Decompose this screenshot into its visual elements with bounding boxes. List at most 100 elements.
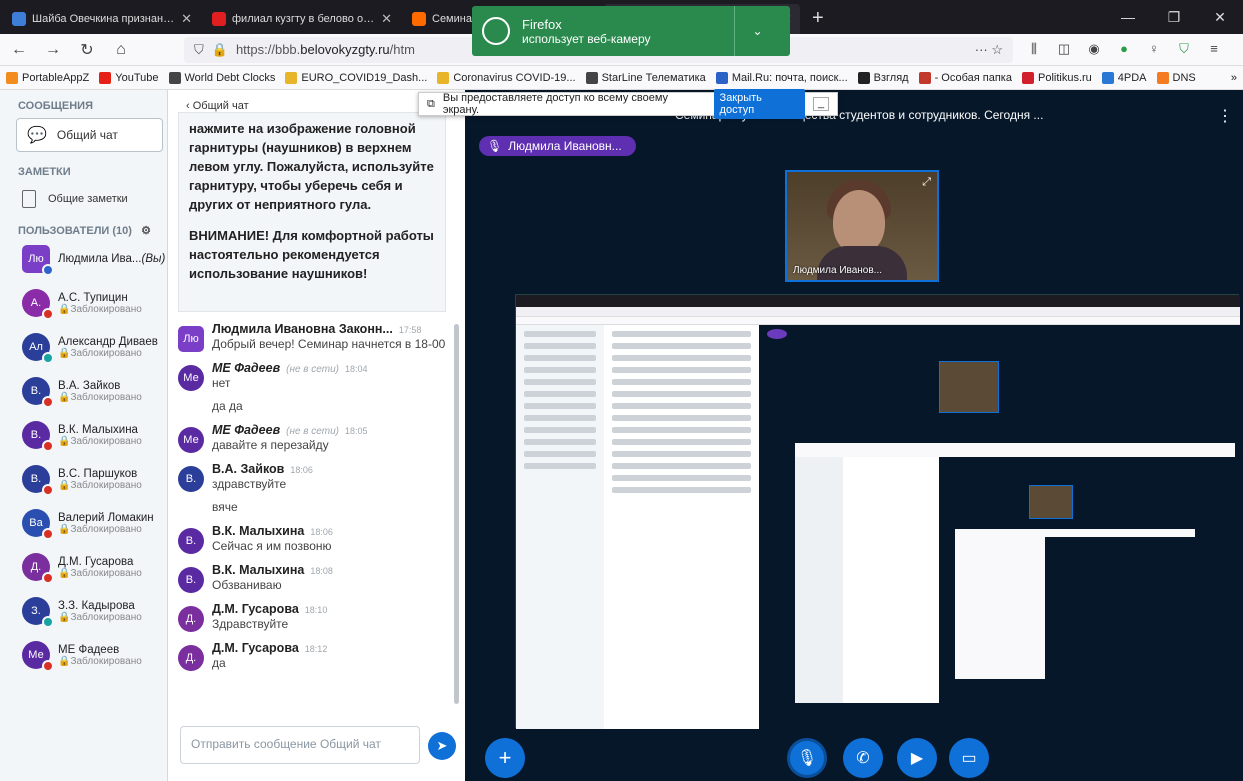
webcam-label: Людмила Иванов... — [793, 265, 882, 276]
message-text: Добрый вечер! Семинар начнется в 18-00 — [212, 337, 446, 351]
avatar: В. — [178, 466, 204, 492]
account-icon[interactable]: ◉ — [1085, 41, 1103, 59]
lock-icon: 🔒 — [58, 347, 71, 359]
webcam-tile[interactable]: Людмила Иванов... ⤢ — [785, 170, 939, 282]
leave-audio-button[interactable]: ✆ — [843, 738, 883, 778]
fullscreen-icon[interactable]: ⤢ — [922, 176, 931, 189]
chat-message: Д. Д.М. Гусарова 18:10 Здравствуйте — [178, 602, 448, 633]
user-status-text: 🔒Заблокировано — [58, 567, 142, 579]
bookmark-item[interactable]: Coronavirus COVID-19... — [437, 71, 576, 84]
presenter-badge[interactable]: 🎙 Людмила Ивановн... — [479, 136, 636, 156]
menu-icon[interactable]: ≡ — [1205, 41, 1223, 59]
bookmark-item[interactable]: Mail.Ru: почта, поиск... — [715, 71, 848, 84]
user-list-item[interactable]: Лю Людмила Ива...(Вы) — [0, 237, 167, 281]
user-list-item[interactable]: В. В.С. Паршуков 🔒Заблокировано — [0, 457, 167, 501]
bookmark-icon — [99, 71, 112, 84]
close-window-button[interactable]: ✕ — [1197, 0, 1243, 34]
reload-icon[interactable]: ↻ — [76, 40, 98, 60]
browser-tab[interactable]: Шайба Овечкина признана лу ✕ — [4, 4, 200, 34]
close-tab-icon[interactable]: ✕ — [381, 11, 392, 27]
bookmark-icon — [1021, 71, 1034, 84]
user-name: В.С. Паршуков — [58, 467, 138, 480]
extension-icon[interactable]: ⛉ — [1175, 41, 1193, 59]
bookmark-item[interactable]: Взгляд — [857, 71, 909, 84]
avatar: Лю — [22, 245, 54, 276]
chat-message: В. В.А. Зайков 18:06 здравствуйте вяче — [178, 462, 448, 516]
message-time: 18:12 — [304, 644, 328, 654]
public-chat-item[interactable]: 💬 Общий чат — [16, 118, 163, 152]
bookmark-item[interactable]: - Особая папка — [918, 71, 1012, 84]
user-list-item[interactable]: В. В.А. Зайков 🔒Заблокировано — [0, 369, 167, 413]
sidebar-icon[interactable]: ◫ — [1055, 41, 1073, 59]
avatar: Ва — [22, 509, 54, 540]
user-list-item[interactable]: Д. Д.М. Гусарова 🔒Заблокировано — [0, 545, 167, 589]
users-header: ПОЛЬЗОВАТЕЛИ (10) ⚙ — [18, 224, 151, 238]
firefox-camera-notice[interactable]: Firefox использует веб-камеру ⌄ — [472, 6, 790, 56]
user-list-item[interactable]: А. А.С. Тупицин 🔒Заблокировано — [0, 281, 167, 325]
bookmark-item[interactable]: World Debt Clocks — [168, 71, 275, 84]
chat-message: Ме МЕ Фадеев (не в сети) 18:05 давайте я пер… — [178, 423, 448, 454]
screen-share-view — [515, 294, 1240, 729]
avatar: Д. — [178, 606, 204, 632]
chevron-down-icon[interactable]: ⌄ — [734, 6, 780, 56]
user-list-item[interactable]: Ме МЕ Фадеев 🔒Заблокировано — [0, 633, 167, 677]
chat-input[interactable]: Отправить сообщение Общий чат — [180, 726, 420, 764]
message-author: МЕ Фадеев — [212, 423, 281, 437]
lock-icon: 🔒 — [211, 41, 228, 57]
back-arrow-icon[interactable]: ← — [8, 41, 30, 59]
screen-share-button[interactable]: ▭ — [949, 738, 989, 778]
chat-scrollbar[interactable] — [451, 134, 461, 734]
home-icon[interactable]: ⌂ — [110, 41, 132, 59]
avatar: В. — [178, 567, 204, 593]
message-author: В.К. Малыхина — [212, 563, 305, 577]
library-icon[interactable]: ⫼ — [1025, 41, 1043, 59]
close-tab-icon[interactable]: ✕ — [181, 11, 192, 27]
user-status-badge — [42, 616, 54, 628]
minimize-button[interactable]: — — [1105, 0, 1151, 34]
extension-icon[interactable]: ♀ — [1145, 41, 1163, 59]
page-actions[interactable]: ··· ☆ — [975, 42, 1003, 58]
gear-icon[interactable]: ⚙ — [141, 224, 151, 237]
phone-icon: ✆ — [856, 750, 870, 767]
actions-plus-button[interactable]: + — [485, 738, 525, 778]
message-author: В.К. Малыхина — [212, 524, 305, 538]
notice-title: Firefox — [522, 16, 562, 32]
user-list-item[interactable]: Ва Валерий Ломакин 🔒Заблокировано — [0, 501, 167, 545]
bookmarks-overflow-button[interactable]: » — [1231, 72, 1237, 84]
mic-button[interactable]: 🎙 — [787, 738, 827, 778]
bookmark-item[interactable]: 4PDA — [1101, 71, 1147, 84]
minimize-share-bar-button[interactable]: _ — [813, 97, 829, 111]
avatar: Д. — [22, 553, 54, 584]
bookmark-item[interactable]: StarLine Телематика — [585, 71, 706, 84]
forward-arrow-icon[interactable]: → — [42, 41, 64, 59]
user-status-text: 🔒Заблокировано — [58, 655, 142, 667]
microphone-icon: 🎙 — [487, 139, 503, 153]
bookmark-item[interactable]: PortableAppZ — [6, 71, 89, 84]
send-button[interactable]: ➤ — [428, 732, 456, 760]
browser-tab[interactable]: филиал кузгту в белово офи ✕ — [204, 4, 400, 34]
avatar: Лю — [178, 326, 204, 352]
maximize-button[interactable]: ❐ — [1151, 0, 1197, 34]
new-tab-button[interactable]: + — [800, 7, 836, 34]
bookmark-item[interactable]: Politikus.ru — [1021, 71, 1092, 84]
user-status-badge — [42, 264, 54, 276]
extension-icon[interactable]: ● — [1115, 41, 1133, 59]
stop-sharing-button[interactable]: Закрыть доступ — [713, 89, 806, 119]
user-status-text: 🔒Заблокировано — [58, 479, 142, 491]
shared-notes-item[interactable]: Общие заметки — [0, 178, 167, 208]
user-name: Д.М. Гусарова — [58, 555, 134, 568]
bookmark-item[interactable]: YouTube — [99, 71, 159, 84]
user-name: В.А. Зайков — [58, 379, 121, 392]
lock-icon: 🔒 — [58, 435, 71, 447]
options-menu-icon[interactable]: ⋮ — [1217, 106, 1233, 126]
video-button[interactable]: ▶ — [897, 738, 937, 778]
user-list-item[interactable]: В. В.К. Малыхина 🔒Заблокировано — [0, 413, 167, 457]
user-list-item[interactable]: Ал Александр Диваев 🔒Заблокировано — [0, 325, 167, 369]
shield-icon: ⛉ — [194, 41, 204, 57]
avatar: Д. — [178, 645, 204, 671]
toolbar-icons: ⫼ ◫ ◉ ● ♀ ⛉ ≡ — [1025, 41, 1223, 59]
avatar: В. — [22, 377, 54, 408]
user-list-item[interactable]: З. З.З. Кадырова 🔒Заблокировано — [0, 589, 167, 633]
bookmark-item[interactable]: DNS — [1156, 71, 1196, 84]
bookmark-item[interactable]: EURO_COVID19_Dash... — [285, 71, 427, 84]
